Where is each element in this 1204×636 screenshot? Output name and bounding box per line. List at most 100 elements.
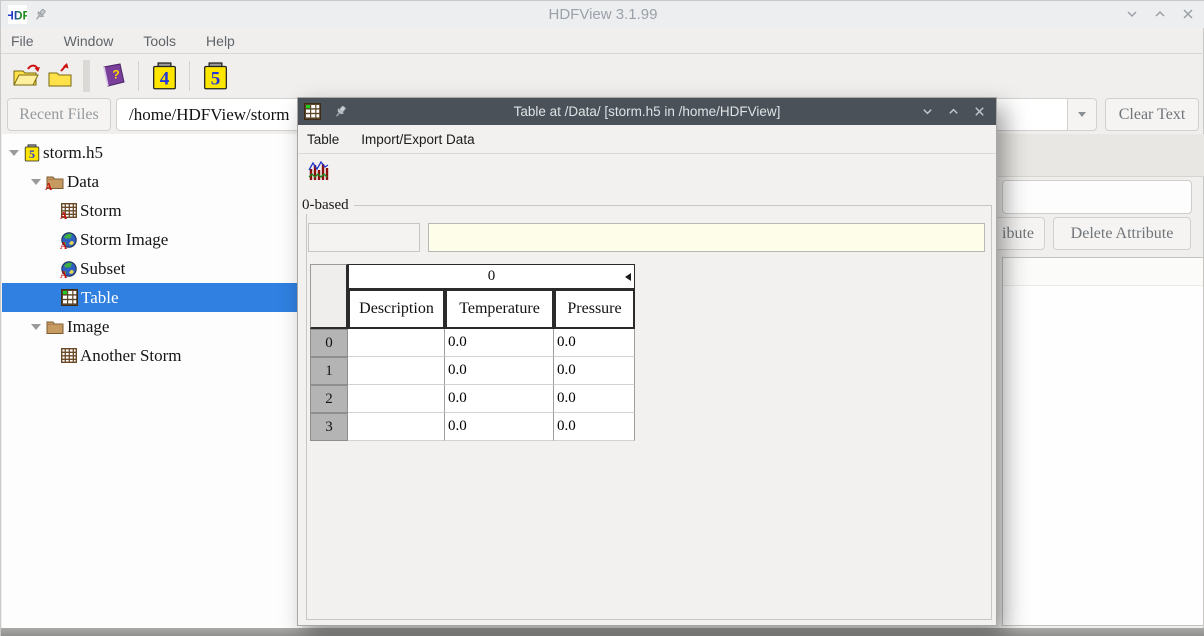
tree-item-image[interactable]: Image	[2, 312, 302, 341]
open-file-icon[interactable]	[9, 59, 43, 93]
hdf4-file-icon[interactable]: 4	[147, 59, 181, 93]
tree-item-storm-image[interactable]: A Storm Image	[2, 225, 302, 254]
group-folder-icon: A	[46, 175, 64, 189]
svg-text:5: 5	[210, 68, 220, 89]
recent-files-button[interactable]: Recent Files	[7, 98, 111, 131]
tree-item-label: Storm Image	[80, 230, 168, 250]
tree-item-storm-h5[interactable]: 5 storm.h5	[2, 138, 302, 167]
table-cell[interactable]: 0.0	[554, 385, 635, 413]
attribute-badge: A	[60, 211, 67, 222]
minimize-icon[interactable]	[921, 105, 934, 123]
tree-item-label: Storm	[80, 201, 122, 221]
main-toolbar: ? 4 5	[1, 55, 1204, 96]
svg-text:5: 5	[29, 147, 35, 161]
tree-item-table[interactable]: Table	[2, 283, 302, 312]
delete-attribute-button[interactable]: Delete Attribute	[1053, 217, 1191, 250]
table-cell[interactable]: 0.0	[445, 385, 554, 413]
attribute-badge: A	[60, 241, 67, 252]
column-group-header[interactable]: 0	[348, 264, 635, 289]
main-menubar: File Window Tools Help	[1, 28, 1204, 54]
table-cell[interactable]: 0.0	[445, 329, 554, 357]
menu-window[interactable]: Window	[62, 33, 116, 49]
expander-icon[interactable]	[31, 324, 41, 330]
attribute-panel-header	[998, 134, 1204, 177]
table-cell[interactable]: 0.0	[445, 357, 554, 385]
attribute-table-header	[1003, 258, 1203, 286]
dataset-icon: A	[61, 203, 77, 218]
table-cell[interactable]: 0.0	[445, 413, 554, 441]
dialog-menubar: Table Import/Export Data	[298, 125, 996, 154]
index-base-label: 0-based	[302, 196, 354, 214]
group-folder-icon	[46, 320, 64, 334]
expander-icon[interactable]	[31, 179, 41, 185]
menu-import-export-data[interactable]: Import/Export Data	[361, 132, 474, 147]
cell-reference-field[interactable]	[308, 223, 420, 252]
menu-file[interactable]: File	[9, 33, 36, 49]
row-header[interactable]: 3	[310, 413, 348, 441]
help-book-icon[interactable]: ?	[96, 59, 130, 93]
close-file-icon[interactable]	[43, 59, 77, 93]
menu-help[interactable]: Help	[204, 33, 237, 49]
collapse-triangle-icon[interactable]	[625, 273, 631, 281]
main-titlebar[interactable]: HDF HDFView 3.1.99	[1, 1, 1204, 28]
toolbar-separator	[83, 60, 90, 92]
file-tree-panel: 5 storm.h5 A Data A Storm	[2, 134, 302, 628]
table-cell[interactable]	[348, 385, 445, 413]
dialog-title: Table at /Data/ [storm.h5 in /home/HDFVi…	[298, 104, 996, 119]
tree-item-label: Subset	[80, 259, 125, 279]
table-icon	[61, 289, 78, 306]
row-header[interactable]: 2	[310, 385, 348, 413]
attribute-badge: A	[60, 270, 67, 281]
tree-item-label: Another Storm	[80, 346, 182, 366]
window-bottom-edge	[1, 628, 1204, 636]
tree-item-label: Table	[81, 288, 119, 308]
svg-text:?: ?	[112, 68, 119, 82]
tree-item-label: Data	[67, 172, 99, 192]
menu-table[interactable]: Table	[307, 132, 339, 147]
dialog-titlebar[interactable]: Table at /Data/ [storm.h5 in /home/HDFVi…	[298, 98, 996, 125]
image-globe-icon: A	[61, 261, 77, 277]
hdf5-file-icon[interactable]: 5	[198, 59, 232, 93]
app-title: HDFView 3.1.99	[1, 1, 1204, 28]
tree-item-label: storm.h5	[43, 143, 103, 163]
table-cell[interactable]: 0.0	[554, 357, 635, 385]
tree-item-another-storm[interactable]: Another Storm	[2, 341, 302, 370]
table-cell[interactable]: 0.0	[554, 329, 635, 357]
table-view-dialog: Table at /Data/ [storm.h5 in /home/HDFVi…	[297, 97, 997, 626]
table-cell[interactable]	[348, 413, 445, 441]
dataset-icon	[61, 348, 77, 363]
combo-dropdown-button[interactable]	[1067, 98, 1097, 131]
maximize-icon[interactable]	[947, 105, 960, 123]
chart-icon[interactable]	[308, 160, 329, 186]
tree-item-storm[interactable]: A Storm	[2, 196, 302, 225]
tree-item-label: Image	[67, 317, 109, 337]
column-header-pressure[interactable]: Pressure	[554, 289, 635, 329]
column-header-description[interactable]: Description	[348, 289, 445, 329]
menu-tools[interactable]: Tools	[141, 33, 178, 49]
tree-item-data[interactable]: A Data	[2, 167, 302, 196]
hdf5-file-icon: 5	[24, 144, 40, 162]
table-cell[interactable]	[348, 357, 445, 385]
table-corner-cell[interactable]	[310, 264, 348, 329]
column-header-temperature[interactable]: Temperature	[445, 289, 554, 329]
hdfview-app: { "window": { "title": "HDFView 3.1.99",…	[0, 0, 1204, 636]
table-cell[interactable]	[348, 329, 445, 357]
close-icon[interactable]	[973, 105, 986, 123]
clear-text-button[interactable]: Clear Text	[1105, 98, 1199, 131]
close-icon[interactable]	[1181, 7, 1195, 26]
cell-value-field[interactable]	[428, 223, 985, 252]
row-header[interactable]: 0	[310, 329, 348, 357]
tree-item-subset[interactable]: A Subset	[2, 254, 302, 283]
toolbar-separator	[189, 61, 190, 91]
attribute-panel-field[interactable]	[1002, 180, 1192, 214]
chevron-down-icon	[1077, 111, 1087, 118]
maximize-icon[interactable]	[1153, 7, 1167, 26]
attribute-badge: A	[45, 182, 52, 193]
minimize-icon[interactable]	[1125, 7, 1139, 26]
row-header[interactable]: 1	[310, 357, 348, 385]
attribute-table	[1002, 257, 1204, 626]
image-globe-icon: A	[61, 232, 77, 248]
expander-icon[interactable]	[9, 150, 19, 156]
toolbar-separator	[138, 61, 139, 91]
table-cell[interactable]: 0.0	[554, 413, 635, 441]
